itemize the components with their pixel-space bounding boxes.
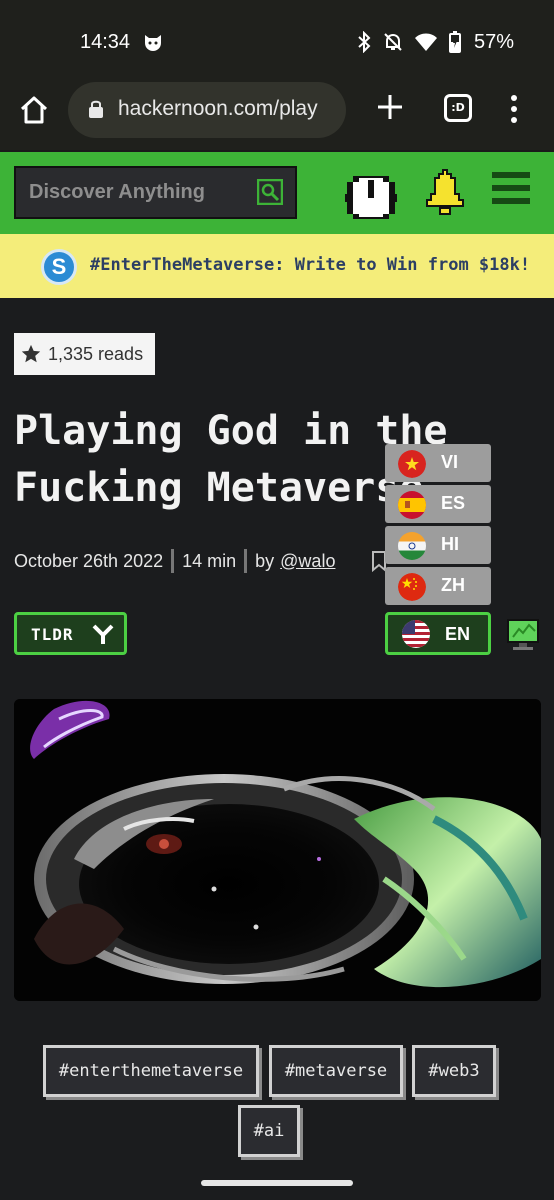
- tag-ai[interactable]: #ai: [238, 1105, 300, 1157]
- tldr-label: TLDR: [31, 625, 74, 644]
- reads-badge: 1,335 reads: [14, 333, 155, 375]
- flag-usa-icon: [402, 620, 430, 648]
- plus-icon[interactable]: [375, 92, 405, 122]
- url-text: hackernoon.com/play: [118, 97, 318, 120]
- tag-web3[interactable]: #web3: [412, 1045, 496, 1097]
- language-code: VI: [441, 452, 459, 472]
- promo-s-icon: S: [41, 249, 77, 285]
- language-code: ES: [441, 493, 466, 513]
- language-option-zh[interactable]: ZH: [385, 567, 491, 605]
- search-box[interactable]: [14, 166, 297, 219]
- language-option-es[interactable]: ES: [385, 485, 491, 523]
- flag-india-icon: [398, 532, 426, 560]
- monitor-icon[interactable]: [505, 617, 541, 653]
- tldr-button[interactable]: TLDR: [14, 612, 127, 655]
- tag-enterthemetaverse[interactable]: #enterthemetaverse: [43, 1045, 259, 1097]
- flag-china-icon: [398, 573, 426, 601]
- article-hero-image: [14, 699, 541, 1001]
- publish-date: October 26th 2022: [14, 550, 164, 571]
- site-header: [0, 150, 554, 234]
- article-title-line2: Fucking Metaverse: [14, 465, 424, 511]
- tag-metaverse[interactable]: #metaverse: [269, 1045, 403, 1097]
- current-language: EN: [445, 624, 471, 644]
- status-icons: 57%: [356, 30, 514, 54]
- metaverse-artwork: [14, 699, 541, 1001]
- language-code: HI: [441, 534, 459, 554]
- meta-divider: [244, 549, 248, 573]
- lock-icon: [89, 100, 103, 118]
- hamburger-icon[interactable]: [492, 170, 530, 206]
- cat-notification-icon: [145, 35, 161, 51]
- mute-icon: [384, 33, 402, 51]
- language-code: ZH: [441, 575, 465, 595]
- promo-text[interactable]: #EnterTheMetaverse: Write to Win from $1…: [90, 255, 530, 275]
- meta-divider: [171, 549, 175, 573]
- language-option-hi[interactable]: HI: [385, 526, 491, 564]
- language-selector[interactable]: EN: [385, 612, 491, 655]
- wifi-icon: [414, 33, 437, 51]
- article-meta: October 26th 2022 14 min by @walo: [14, 548, 335, 574]
- more-vert-icon[interactable]: [503, 94, 525, 124]
- promo-banner[interactable]: S #EnterTheMetaverse: Write to Win from …: [0, 234, 554, 298]
- author-link[interactable]: @walo: [280, 551, 335, 572]
- hackernoon-logo[interactable]: [345, 174, 397, 220]
- read-time: 14 min: [182, 550, 237, 571]
- language-option-vi[interactable]: VI: [385, 444, 491, 482]
- flag-vietnam-icon: [398, 450, 426, 478]
- battery-percent: 57%: [473, 30, 514, 53]
- by-label: by: [255, 550, 275, 571]
- tab-switcher-icon[interactable]: :D: [444, 94, 472, 122]
- status-time: 14:34: [80, 31, 131, 53]
- address-bar[interactable]: hackernoon.com/play: [68, 82, 346, 138]
- flag-spain-icon: [398, 491, 426, 519]
- home-icon[interactable]: [18, 94, 50, 126]
- search-icon[interactable]: [257, 179, 283, 205]
- chevron-down-icon: [92, 624, 114, 644]
- search-input[interactable]: [16, 168, 256, 217]
- article-title-line1: Playing God in the: [14, 408, 448, 454]
- reads-count: 1,335 reads: [48, 343, 144, 364]
- bluetooth-icon: [358, 31, 371, 53]
- browser-toolbar: hackernoon.com/play :D: [0, 82, 554, 150]
- star-icon: [21, 344, 41, 363]
- battery-icon: [448, 31, 461, 53]
- gesture-nav-handle[interactable]: [201, 1180, 353, 1186]
- bell-icon[interactable]: [422, 168, 468, 218]
- status-bar: 14:34 57%: [0, 0, 554, 84]
